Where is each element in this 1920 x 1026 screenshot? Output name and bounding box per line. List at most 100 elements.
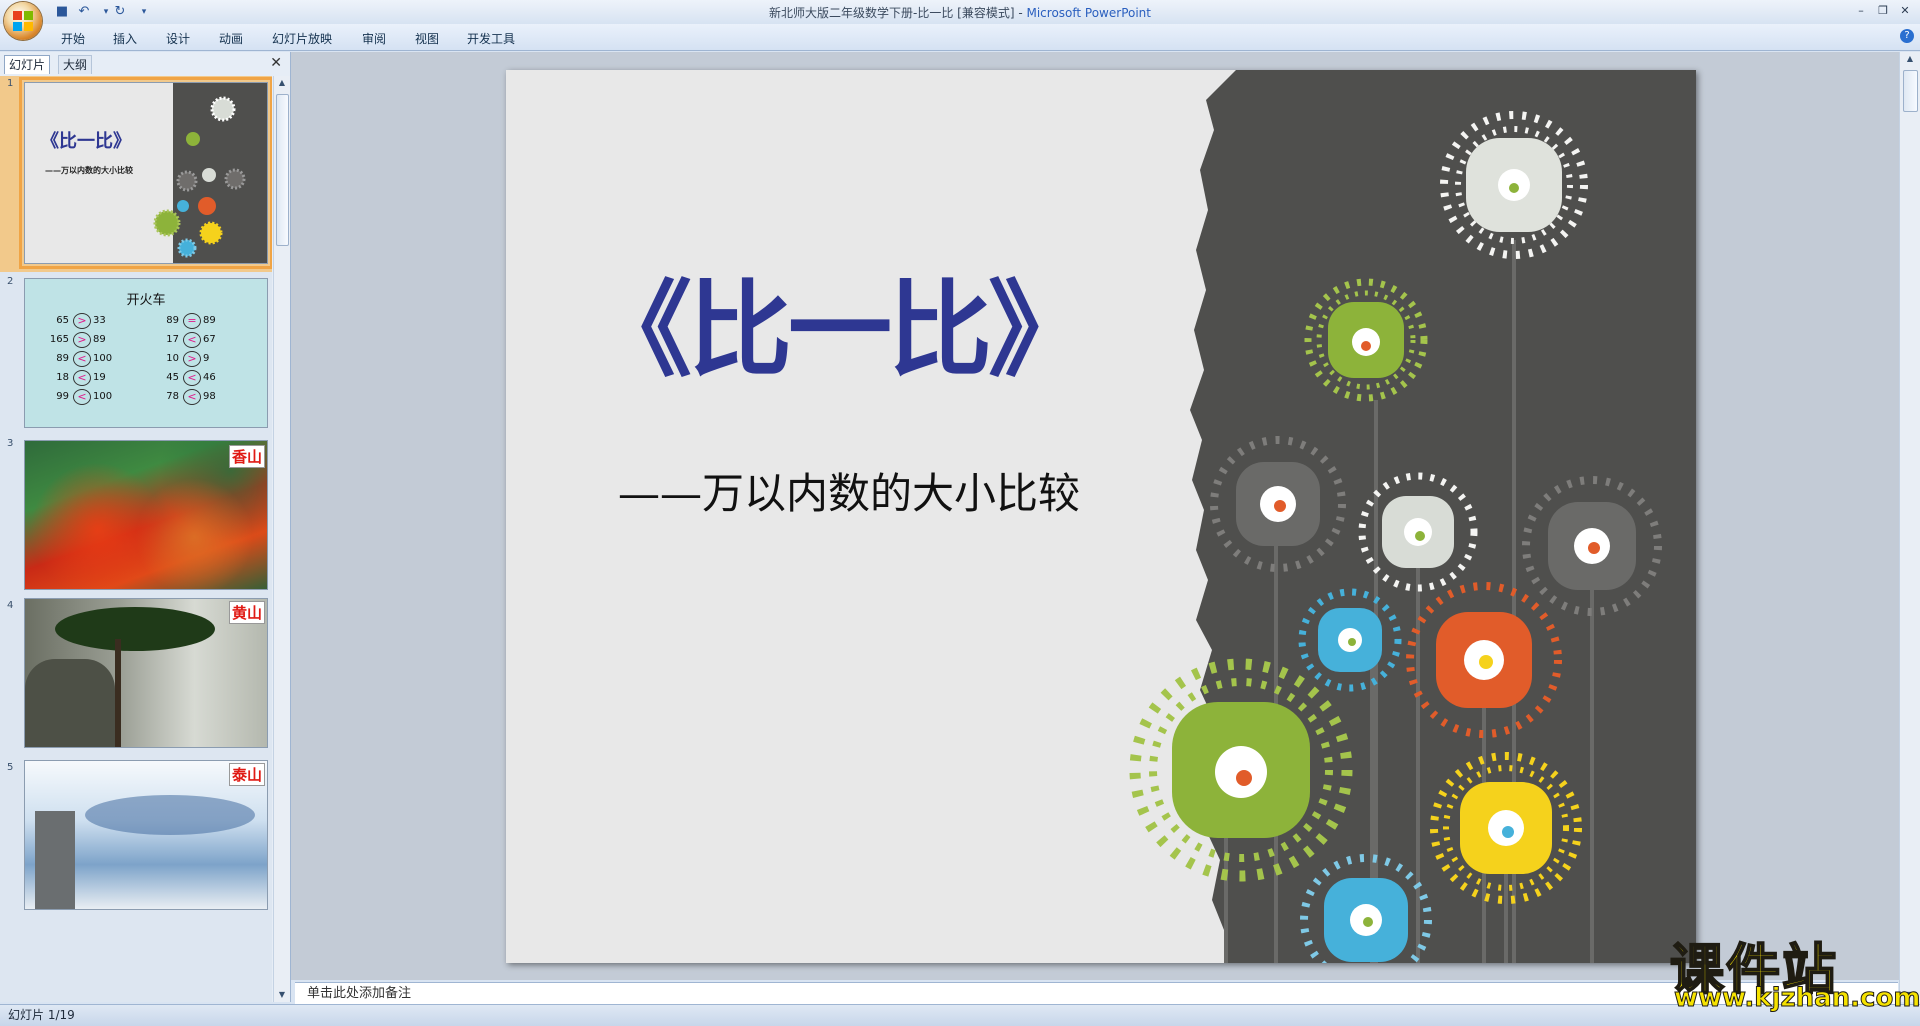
compare-sign: = <box>183 313 201 329</box>
compare-number: 33 <box>93 315 106 326</box>
slide-title[interactable]: 《比一比》 <box>588 278 1092 382</box>
gray-flower-icon <box>1210 436 1346 572</box>
help-icon[interactable]: ? <box>1900 29 1914 43</box>
window-title: 新北师大版二年级数学下册-比一比 [兼容模式] - Microsoft Powe… <box>769 6 1151 20</box>
thumbnail-label: 泰山 <box>228 763 265 786</box>
restore-icon[interactable]: ❐ <box>1872 2 1894 20</box>
compare-number: 65 <box>56 315 69 326</box>
thumbnail-image: 香山 <box>24 440 268 590</box>
compare-number: 89 <box>56 353 69 364</box>
compare-number: 89 <box>166 315 179 326</box>
office-logo-icon <box>13 11 33 31</box>
tab-animations[interactable]: 动画 <box>219 30 243 47</box>
thumbnail-slide-1[interactable]: 1 《比一比》 ——万以内数的大小比较 <box>0 76 272 272</box>
compare-sign: > <box>73 332 91 348</box>
compare-number: 18 <box>56 372 69 383</box>
thumbnail-label: 香山 <box>228 445 265 468</box>
large-green-flower-icon <box>1129 658 1353 882</box>
thumbnail-slide-2[interactable]: 2 开火车 65 >33 89 = 89 165 >89 17 <67 89 <100 10 >9 18 <… <box>0 274 272 434</box>
compare-sign: < <box>73 370 91 386</box>
thumbnail-subtitle: ——万以内数的大小比较 <box>45 166 133 175</box>
slide-number: 2 <box>7 276 14 287</box>
small-blue-flower-icon <box>1300 854 1432 963</box>
compare-number: 45 <box>166 372 179 383</box>
scroll-thumb[interactable] <box>1903 70 1918 112</box>
tab-home[interactable]: 开始 <box>61 30 85 47</box>
compare-sign: > <box>183 351 201 367</box>
tab-slides[interactable]: 幻灯片 <box>4 55 51 74</box>
thumbnail-title: 《比一比》 <box>41 131 131 152</box>
scroll-up-icon[interactable]: ▲ <box>1903 52 1917 66</box>
ribbon: 开始 插入 设计 动画 幻灯片放映 审阅 视图 开发工具 ? <box>0 24 1920 51</box>
canvas-scrollbar[interactable]: ▲ ▼ <box>1899 52 1920 1002</box>
compare-number: 10 <box>166 353 179 364</box>
office-button[interactable] <box>4 2 42 40</box>
compare-number: 100 <box>93 353 113 364</box>
compare-sign: < <box>183 389 201 405</box>
slide-subtitle[interactable]: ——万以内数的大小比较 <box>618 460 1080 521</box>
tab-slideshow[interactable]: 幻灯片放映 <box>272 30 332 47</box>
slide-canvas: 《比一比》 ——万以内数的大小比较 <box>291 52 1899 980</box>
title-bar: ■ ↶ ▾ ↻ ▾ 新北师大版二年级数学下册-比一比 [兼容模式] - Micr… <box>0 0 1920 25</box>
tab-design[interactable]: 设计 <box>166 30 190 47</box>
tab-outline[interactable]: 大纲 <box>58 55 93 74</box>
compare-sign: < <box>73 351 91 367</box>
scroll-down-icon[interactable]: ▼ <box>275 988 289 1002</box>
slides-panel: 幻灯片 大纲 ✕ 1 《比一比》 ——万以内数的大小比较 2 开火车 65 > … <box>0 52 291 1002</box>
close-icon[interactable]: ✕ <box>1894 2 1916 20</box>
thumbnail-title: 开火车 <box>126 293 166 308</box>
white-flower-icon <box>1440 111 1588 259</box>
tab-developer[interactable]: 开发工具 <box>467 30 515 47</box>
slide-thumbnails: 1 《比一比》 ——万以内数的大小比较 2 开火车 65 > 33 89 = 8… <box>0 76 272 1002</box>
notes-input[interactable]: 单击此处添加备注 <box>295 982 1898 1004</box>
thumbnail-scrollbar[interactable]: ▲ ▼ <box>273 76 290 1002</box>
current-slide[interactable]: 《比一比》 ——万以内数的大小比较 <box>506 70 1696 963</box>
yellow-flower-icon <box>1430 752 1582 904</box>
compare-number: 100 <box>93 391 113 402</box>
slide-number: 3 <box>7 438 14 449</box>
flower-decoration <box>153 96 246 258</box>
watermark-logo: 课件站 www.kjzhan.com <box>1669 925 1920 1015</box>
minimize-icon[interactable]: – <box>1850 2 1872 20</box>
gray-flower-right-icon <box>1522 476 1662 616</box>
orange-flower-icon <box>1406 582 1562 738</box>
scroll-thumb[interactable] <box>276 94 289 246</box>
blue-flower-icon <box>1298 588 1402 692</box>
compare-number: 89 <box>203 315 216 326</box>
compare-sign: < <box>183 332 201 348</box>
compare-sign: > <box>73 313 91 329</box>
scroll-up-icon[interactable]: ▲ <box>275 76 289 90</box>
thumbnail-label: 黄山 <box>228 601 265 624</box>
slide-number: 4 <box>7 600 14 611</box>
thumbnail-slide-4[interactable]: 4 黄山 <box>0 598 272 758</box>
slide-counter: 幻灯片 1/19 <box>8 1008 75 1022</box>
status-bar: 幻灯片 1/19 <box>0 1004 1920 1026</box>
close-panel-icon[interactable]: ✕ <box>270 55 282 71</box>
watermark-url: www.kjzhan.com <box>1673 983 1920 1014</box>
compare-number: 17 <box>166 334 179 345</box>
light-flower-icon <box>1358 472 1478 592</box>
slide-number: 5 <box>7 762 14 773</box>
compare-number: 165 <box>49 334 69 345</box>
slide-number: 1 <box>7 78 14 89</box>
thumbnail-image: 泰山 <box>24 760 268 910</box>
thumbnail-slide-3[interactable]: 3 香山 <box>0 436 272 596</box>
app-name: Microsoft PowerPoint <box>1026 6 1151 20</box>
compare-sign: < <box>183 370 201 386</box>
compare-number: 19 <box>93 372 106 383</box>
thumbnail-image: 开火车 65 >33 89 = 89 165 >89 17 <67 89 <100 10 >9 18 <19… <box>24 278 268 428</box>
thumbnail-slide-5[interactable]: 5 泰山 <box>0 760 272 920</box>
tab-insert[interactable]: 插入 <box>113 30 137 47</box>
compare-number: 46 <box>203 372 216 383</box>
compare-number: 9 <box>203 353 210 364</box>
compare-number: 89 <box>93 334 106 345</box>
tab-review[interactable]: 审阅 <box>362 30 386 47</box>
thumbnail-image: 《比一比》 ——万以内数的大小比较 <box>19 77 272 269</box>
green-flower-icon <box>1304 278 1428 402</box>
compare-sign: < <box>73 389 91 405</box>
compare-number: 78 <box>166 391 179 402</box>
compare-number: 67 <box>203 334 216 345</box>
compare-number: 99 <box>56 391 69 402</box>
tab-view[interactable]: 视图 <box>415 30 439 47</box>
compare-number: 98 <box>203 391 216 402</box>
